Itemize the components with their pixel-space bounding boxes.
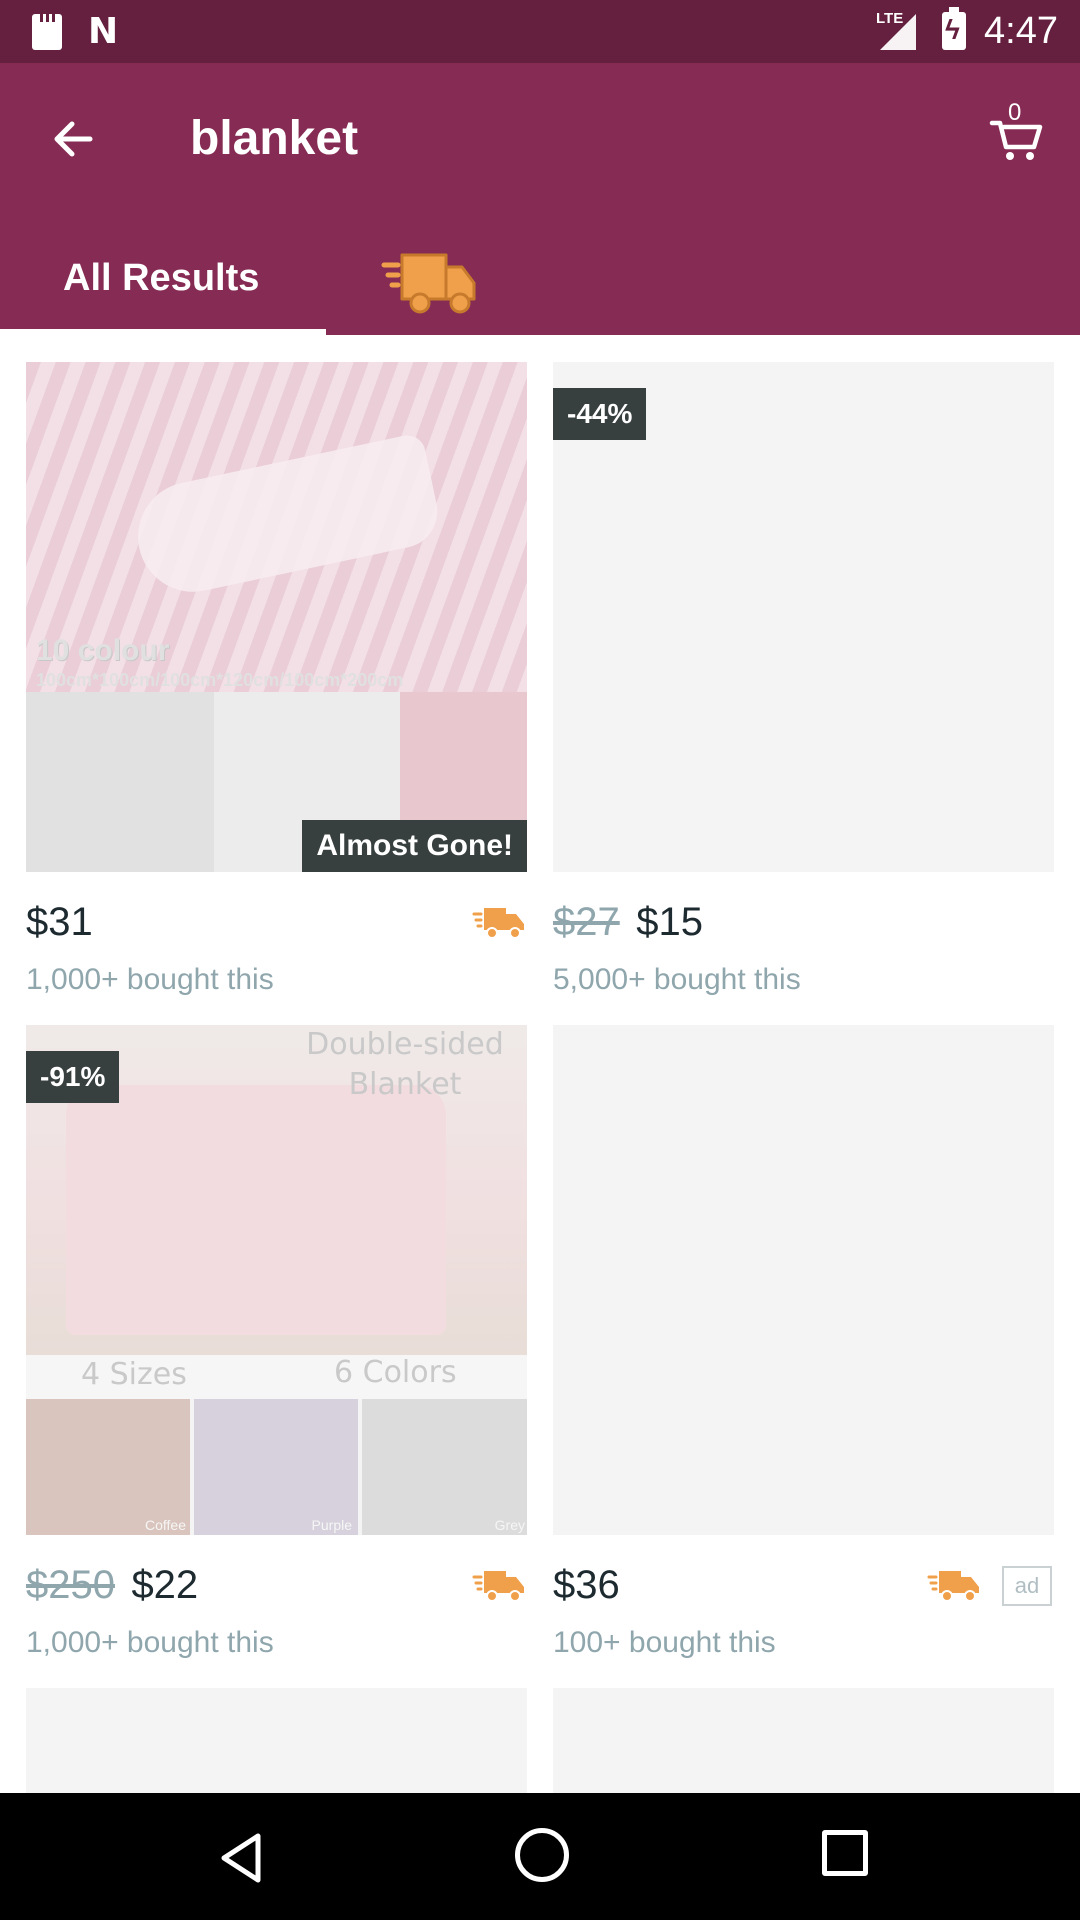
back-arrow-icon[interactable] — [46, 111, 102, 167]
image-caption: Double-sided Blanket — [285, 1025, 525, 1105]
product-card[interactable]: Double-sided Blanket 4 Sizes 6 Colors Co… — [26, 1025, 527, 1665]
price-row: $250 $22 — [26, 1560, 527, 1610]
sizes-caption: 4 Sizes — [81, 1357, 187, 1392]
colors-caption: 6 Colors — [334, 1355, 457, 1390]
app-bar: blanket 0 All Results — [0, 63, 1080, 335]
product-card[interactable]: -44% $27 $15 5,000+ bought this — [553, 362, 1054, 1002]
battery-charging-icon — [942, 7, 966, 50]
fast-shipping-truck-icon — [472, 1571, 524, 1602]
price: $15 — [636, 900, 703, 944]
tab-all-results-label: All Results — [63, 257, 260, 299]
image-thumb: Coffee — [26, 1399, 190, 1535]
image-thumb: Purple — [194, 1399, 358, 1535]
product-image[interactable] — [553, 1025, 1054, 1535]
cart-count-badge: 0 — [1008, 99, 1022, 126]
product-grid: 10 colour 100cm*100cm/100cm*120cm/100cm*… — [0, 335, 1080, 1793]
fast-shipping-truck-icon — [927, 1571, 979, 1602]
bought-count: 1,000+ bought this — [26, 963, 274, 996]
bought-count: 100+ bought this — [553, 1626, 776, 1659]
product-image[interactable] — [26, 1688, 527, 1793]
product-image[interactable]: -44% — [553, 362, 1054, 872]
nav-recents-icon[interactable] — [822, 1830, 868, 1876]
signal-icon — [880, 14, 916, 50]
price: $36 — [553, 1563, 620, 1607]
tab-all-results[interactable]: All Results — [0, 243, 326, 335]
price-row: $31 — [26, 897, 527, 947]
product-card[interactable]: 10 colour 100cm*100cm/100cm*120cm/100cm*… — [26, 362, 527, 1002]
clock: 4:47 — [984, 10, 1058, 52]
image-sizes-caption: 100cm*100cm/100cm*120cm/100cm*200cm — [36, 670, 404, 690]
search-query-title[interactable]: blanket — [190, 109, 358, 169]
product-card[interactable] — [26, 1688, 527, 1793]
discount-badge: -91% — [26, 1051, 120, 1103]
system-nav-bar — [0, 1793, 1080, 1920]
thumb-caption: Purple — [311, 1517, 352, 1533]
thumb-caption: Coffee — [145, 1517, 186, 1533]
discount-badge: -44% — [553, 388, 647, 440]
tab-fast-shipping-truck-icon[interactable] — [380, 241, 480, 321]
nav-back-icon[interactable] — [212, 1828, 272, 1888]
product-image[interactable]: Double-sided Blanket 4 Sizes 6 Colors Co… — [26, 1025, 527, 1535]
image-options-band: 4 Sizes 6 Colors — [26, 1355, 527, 1399]
bought-count: 1,000+ bought this — [26, 1626, 274, 1659]
almost-gone-badge: Almost Gone! — [302, 820, 527, 872]
price: $22 — [131, 1563, 199, 1607]
ad-badge: ad — [1002, 1566, 1052, 1606]
original-price: $250 — [26, 1563, 115, 1607]
product-image[interactable]: 10 colour 100cm*100cm/100cm*120cm/100cm*… — [26, 362, 527, 872]
price: $31 — [26, 900, 93, 944]
original-price: $27 — [553, 900, 620, 944]
thumb-caption: Grey — [494, 1517, 525, 1533]
notification-n-icon: N — [88, 11, 119, 52]
sd-card-icon — [32, 14, 62, 50]
nav-home-icon[interactable] — [515, 1828, 569, 1882]
bought-count: 5,000+ bought this — [553, 963, 801, 996]
image-caption-line: Double-sided — [306, 1027, 504, 1062]
price-row: $27 $15 — [553, 897, 1054, 947]
bed-figure — [66, 1085, 446, 1335]
status-bar: N LTE 4:47 — [0, 0, 1080, 63]
image-caption: 10 colour — [36, 634, 170, 667]
image-caption-line: Blanket — [348, 1067, 462, 1102]
image-thumb: Grey — [362, 1399, 527, 1535]
product-card[interactable]: $36 ad 100+ bought this — [553, 1025, 1054, 1665]
fast-shipping-truck-icon — [472, 908, 524, 939]
product-image[interactable] — [553, 1688, 1054, 1793]
product-card[interactable] — [553, 1688, 1054, 1793]
image-thumb — [26, 692, 214, 872]
